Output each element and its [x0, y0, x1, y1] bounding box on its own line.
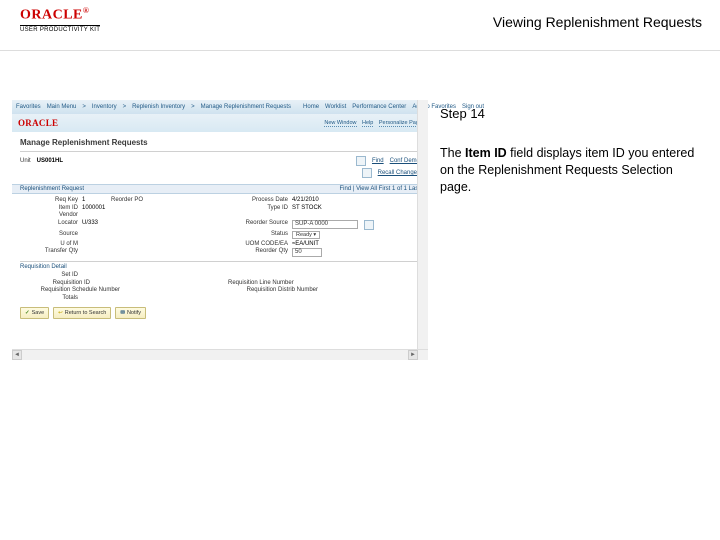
reorderqty-label: Reorder Qty — [228, 248, 288, 257]
button-bar: ✓Save ↩Return to Search ✉Notify — [12, 301, 428, 325]
reqkey-value: 1 — [82, 197, 85, 203]
logo-bar: ORACLE New Window Help Personalize Page — [12, 114, 428, 132]
topmenu-perf[interactable]: Performance Center — [352, 104, 406, 110]
uofm-label: U of M — [30, 241, 78, 247]
scroll-left-icon[interactable]: ◄ — [12, 350, 22, 360]
reqline-label: Requisition Line Number — [228, 280, 294, 286]
save-icon: ✓ — [25, 310, 30, 316]
search-icon[interactable] — [356, 156, 366, 166]
breadcrumb-item[interactable]: Main Menu — [47, 104, 77, 110]
breadcrumb-bar: Favorites Main Menu> Inventory> Replenis… — [12, 100, 428, 114]
recall-link[interactable]: Recall Changes — [378, 170, 420, 176]
divider — [20, 151, 420, 152]
field-grid-2: Set ID Requisition ID Requisition Line N… — [12, 270, 428, 301]
recall-icon[interactable] — [362, 168, 372, 178]
type-value: ST STOCK — [292, 205, 322, 211]
breadcrumb-item[interactable]: Inventory — [92, 104, 117, 110]
save-button[interactable]: ✓Save — [20, 307, 49, 319]
processdate-value: 4/21/2010 — [292, 197, 319, 203]
instruction-panel: Step 14 The Item ID field displays item … — [440, 106, 700, 196]
find-link[interactable]: Find — [372, 158, 384, 164]
step-body-pre: The — [440, 146, 465, 160]
topmenu-home[interactable]: Home — [303, 104, 319, 110]
item-label: Item ID — [30, 205, 78, 211]
brand-block: ORACLE® USER PRODUCTIVITY KIT — [20, 6, 100, 33]
page-header: ORACLE® USER PRODUCTIVITY KIT Viewing Re… — [0, 0, 720, 44]
return-button[interactable]: ↩Return to Search — [53, 307, 111, 319]
section-header-requisition: Requisition Detail — [20, 261, 420, 270]
reqdistrib-label: Requisition Distrib Number — [228, 287, 318, 293]
util-links: New Window Help Personalize Page — [320, 120, 422, 126]
brand-reg-text: ® — [83, 6, 89, 15]
section-header-replenishment: Replenishment Request Find | View All Fi… — [12, 184, 428, 194]
breadcrumb-item[interactable]: Favorites — [16, 104, 41, 110]
section-header-label: Replenishment Request — [20, 186, 84, 192]
header-divider — [0, 50, 720, 51]
setid-label: Set ID — [30, 272, 78, 278]
locator-label: Locator — [30, 220, 78, 230]
row-unit: Unit US001HL Find Conf Demo — [12, 154, 428, 168]
app-screenshot: Favorites Main Menu> Inventory> Replenis… — [12, 100, 428, 360]
reorderqty-input[interactable]: 50 — [292, 248, 322, 257]
item-value: 1000001 — [82, 205, 105, 211]
uomcode-label: UOM CODE/EA — [228, 241, 288, 247]
type-label: Type ID — [228, 205, 288, 211]
reordersrc-label: Reorder Source — [228, 220, 288, 230]
vendor-label: Vendor — [30, 212, 78, 218]
topmenu-signout[interactable]: Sign out — [462, 104, 484, 110]
unit-label: Unit — [20, 158, 31, 164]
locator-value: U/333 — [82, 220, 98, 230]
horizontal-scrollbar[interactable]: ◄ ► — [12, 349, 428, 360]
reqkey-label: Req Key — [30, 197, 78, 203]
oracle-logo: ORACLE® — [20, 6, 100, 24]
field-grid: Req Key 1 Reorder PO Process Date 4/21/201… — [12, 194, 428, 257]
status-label: Status — [228, 231, 288, 239]
util-help[interactable]: Help — [362, 120, 373, 127]
reordersrc-input[interactable]: SUP-A 0000 — [292, 220, 358, 229]
breadcrumb-item[interactable]: Replenish Inventory — [132, 104, 185, 110]
util-personalize[interactable]: Personalize Page — [379, 120, 422, 127]
row-recall: Recall Changes — [12, 168, 428, 180]
section-paginator[interactable]: Find | View All First 1 of 1 Last — [340, 186, 420, 192]
uomcode-value: ≈EA/UNIT — [292, 241, 319, 247]
transferqty-label: Transfer Qty — [30, 248, 78, 257]
step-body-bold: Item ID — [465, 146, 507, 160]
reqsched-label: Requisition Schedule Number — [30, 287, 120, 293]
step-body: The Item ID field displays item ID you e… — [440, 145, 700, 196]
brand-subtitle: USER PRODUCTIVITY KIT — [20, 25, 100, 33]
page-root: ORACLE® USER PRODUCTIVITY KIT Viewing Re… — [0, 0, 720, 540]
notify-button[interactable]: ✉Notify — [115, 307, 146, 319]
reqid-label: Requisition ID — [30, 280, 90, 286]
source-label: Source — [30, 231, 78, 239]
oracle-logo-inner: ORACLE — [18, 118, 58, 128]
scroll-right-icon[interactable]: ► — [408, 350, 418, 360]
vertical-scrollbar[interactable] — [417, 100, 428, 350]
status-select[interactable]: Ready ▾ — [292, 231, 320, 239]
return-icon: ↩ — [58, 310, 63, 316]
brand-main-text: ORACLE — [20, 8, 83, 23]
confdemo-link[interactable]: Conf Demo — [390, 158, 420, 164]
page-title: Viewing Replenishment Requests — [493, 14, 702, 30]
totals-label: Totals — [30, 295, 78, 301]
inner-page-title: Manage Replenishment Requests — [12, 132, 428, 149]
util-new-window[interactable]: New Window — [324, 120, 356, 127]
topmenu-worklist[interactable]: Worklist — [325, 104, 346, 110]
lookup-icon[interactable] — [364, 220, 374, 230]
unit-value: US001HL — [37, 158, 63, 164]
processdate-label: Process Date — [228, 197, 288, 203]
notify-icon: ✉ — [120, 310, 125, 316]
breadcrumb-item[interactable]: Manage Replenishment Requests — [201, 104, 291, 110]
reorder-label: Reorder PO — [95, 197, 143, 203]
